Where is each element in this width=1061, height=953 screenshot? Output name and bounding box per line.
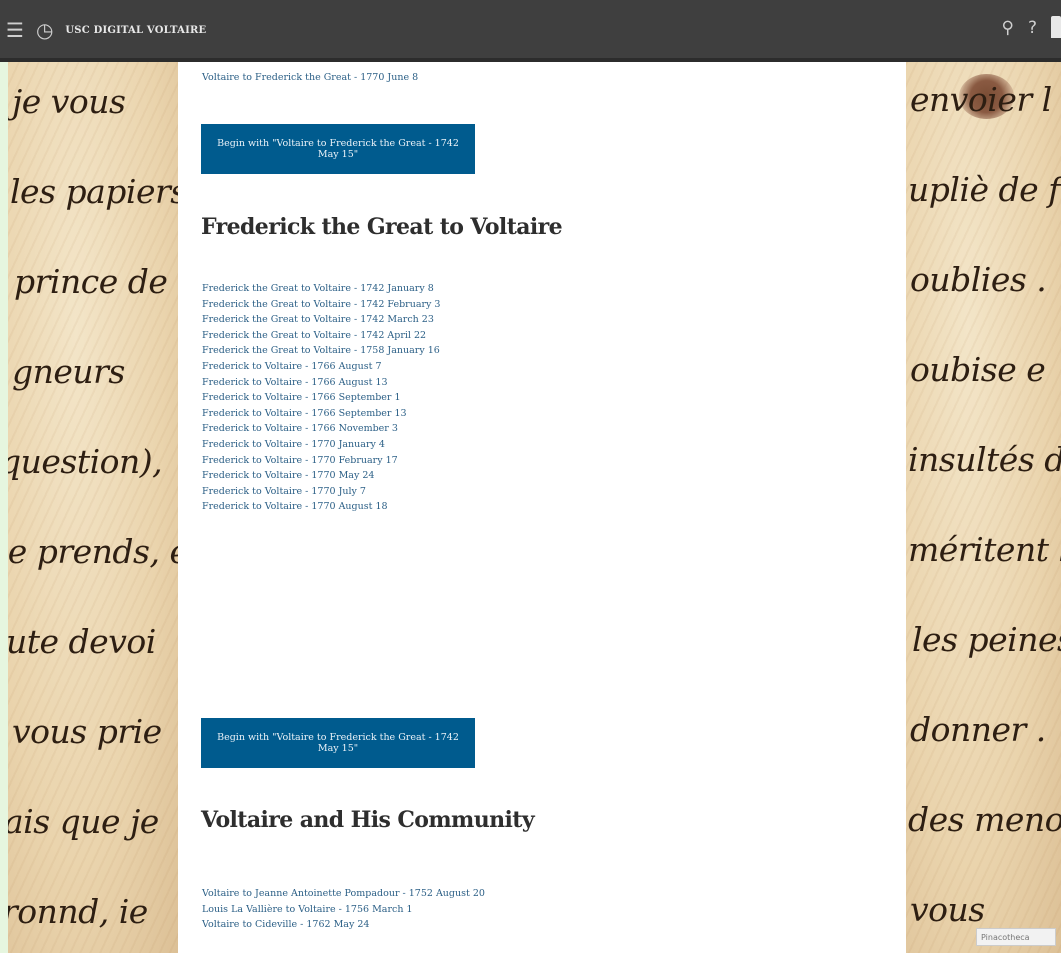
letter-link[interactable]: Frederick to Voltaire - 1770 January 4: [202, 437, 440, 453]
letter-link[interactable]: Frederick to Voltaire - 1766 August 13: [202, 375, 440, 391]
manuscript-line: gneurs: [12, 352, 125, 391]
letter-link[interactable]: Louis La Vallière to Voltaire - 1756 Mar…: [202, 902, 485, 918]
letter-link[interactable]: Frederick the Great to Voltaire - 1742 F…: [202, 297, 440, 313]
manuscript-line: je prends, e: [8, 532, 178, 571]
letter-link[interactable]: Frederick to Voltaire - 1766 September 1: [202, 390, 440, 406]
help-icon[interactable]: ?: [1028, 18, 1037, 38]
manuscript-line: insultés d: [908, 440, 1061, 479]
manuscript-line: vous: [910, 890, 985, 929]
top-bar: ☰ ◷ USC DIGITAL VOLTAIRE ⚲ ?: [0, 0, 1061, 62]
begin-button[interactable]: Begin with "Voltaire to Frederick the Gr…: [201, 124, 475, 174]
manuscript-line: les peines q: [912, 620, 1061, 659]
letter-link[interactable]: Frederick to Voltaire - 1770 July 7: [202, 484, 440, 500]
manuscript-right-panel: envoier l upliè de fa oublies . oubise e…: [906, 62, 1061, 953]
letter-link[interactable]: Frederick the Great to Voltaire - 1758 J…: [202, 343, 440, 359]
manuscript-line: vous prie: [12, 712, 162, 751]
menu-icon[interactable]: ☰: [6, 20, 24, 40]
manuscript-line: des menoi: [908, 800, 1061, 839]
begin-button[interactable]: Begin with "Voltaire to Frederick the Gr…: [201, 718, 475, 768]
manuscript-line: oublies .: [910, 260, 1047, 299]
letter-link[interactable]: Frederick to Voltaire - 1770 February 17: [202, 453, 440, 469]
manuscript-line: upliè de fa: [908, 170, 1061, 209]
letter-link[interactable]: Voltaire to Jeanne Antoinette Pompadour …: [202, 886, 485, 902]
letter-link[interactable]: Frederick the Great to Voltaire - 1742 J…: [202, 281, 440, 297]
letter-link[interactable]: Frederick the Great to Voltaire - 1742 M…: [202, 312, 440, 328]
letter-link[interactable]: Frederick to Voltaire - 1770 August 18: [202, 499, 440, 515]
letter-link[interactable]: Voltaire to Frederick the Great - 1770 J…: [202, 70, 418, 86]
top-bar-left: ☰ ◷ USC DIGITAL VOLTAIRE: [6, 20, 206, 40]
letter-list: Voltaire to Jeanne Antoinette Pompadour …: [202, 886, 485, 933]
history-icon[interactable]: ◷: [36, 20, 53, 40]
manuscript-line: ais que je: [8, 802, 159, 841]
bookmark-icon[interactable]: [1051, 16, 1061, 38]
manuscript-line: je vous: [12, 82, 126, 121]
manuscript-line: donner .: [910, 710, 1046, 749]
manuscript-left-panel: je vous les papiers prince de gneurs que…: [8, 62, 178, 953]
manuscript-line: question),: [8, 442, 163, 481]
manuscript-line: ronnd, ie: [8, 892, 148, 931]
letter-link[interactable]: Frederick to Voltaire - 1770 May 24: [202, 468, 440, 484]
letter-link[interactable]: Frederick to Voltaire - 1766 November 3: [202, 421, 440, 437]
manuscript-line: les papiers: [10, 172, 178, 211]
manuscript-line: ute devoi: [8, 622, 156, 661]
main-content: Voltaire to Frederick the Great - 1770 J…: [178, 62, 906, 953]
site-title[interactable]: USC DIGITAL VOLTAIRE: [65, 25, 206, 36]
letter-link[interactable]: Voltaire to Cideville - 1762 May 24: [202, 917, 485, 933]
section-heading: Frederick the Great to Voltaire: [201, 214, 563, 240]
manuscript-line: envoier l: [910, 80, 1052, 119]
watermark-stamp: Pinacotheca: [976, 928, 1056, 946]
section-heading: Voltaire and His Community: [201, 807, 535, 833]
manuscript-line: méritent l: [908, 530, 1061, 569]
top-bar-right: ⚲ ?: [1002, 16, 1061, 38]
search-icon[interactable]: ⚲: [1002, 18, 1014, 38]
letter-list: Frederick the Great to Voltaire - 1742 J…: [202, 281, 440, 515]
letter-link[interactable]: Frederick the Great to Voltaire - 1742 A…: [202, 328, 440, 344]
letter-link[interactable]: Frederick to Voltaire - 1766 August 7: [202, 359, 440, 375]
manuscript-line: prince de: [14, 262, 168, 301]
letter-link[interactable]: Frederick to Voltaire - 1766 September 1…: [202, 406, 440, 422]
manuscript-line: oubise e: [910, 350, 1046, 389]
